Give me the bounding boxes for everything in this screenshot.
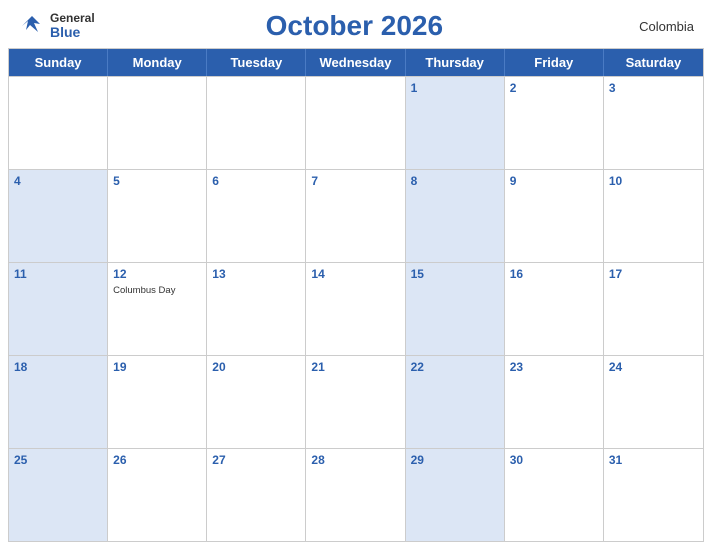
day-number: 7 (311, 173, 399, 190)
day-cell: 14 (306, 263, 405, 355)
weeks-container: 0000123456789101112Columbus Day131415161… (9, 76, 703, 541)
day-number: 28 (311, 452, 399, 469)
day-cell: 0 (9, 77, 108, 169)
day-cell: 2 (505, 77, 604, 169)
day-headers: Sunday Monday Tuesday Wednesday Thursday… (9, 49, 703, 76)
header-monday: Monday (108, 49, 207, 76)
week-1: 0000123 (9, 76, 703, 169)
day-number: 15 (411, 266, 499, 283)
day-cell: 7 (306, 170, 405, 262)
day-number: 25 (14, 452, 102, 469)
day-cell: 15 (406, 263, 505, 355)
day-number: 8 (411, 173, 499, 190)
day-number: 12 (113, 266, 201, 283)
day-cell: 29 (406, 449, 505, 541)
day-number: 19 (113, 359, 201, 376)
day-number: 14 (311, 266, 399, 283)
calendar-title: October 2026 (95, 10, 614, 42)
day-cell: 12 Columbus Day (108, 263, 207, 355)
day-cell: 0 (306, 77, 405, 169)
day-cell: 13 (207, 263, 306, 355)
header-thursday: Thursday (406, 49, 505, 76)
day-number: 0 (14, 80, 102, 97)
day-cell: 27 (207, 449, 306, 541)
day-cell: 9 (505, 170, 604, 262)
day-number: 10 (609, 173, 698, 190)
header-friday: Friday (505, 49, 604, 76)
header-wednesday: Wednesday (306, 49, 405, 76)
day-number: 5 (113, 173, 201, 190)
day-number: 27 (212, 452, 300, 469)
week-5: 25 26 27 28 29 30 31 (9, 448, 703, 541)
day-number: 0 (311, 80, 399, 97)
day-cell: 22 (406, 356, 505, 448)
calendar: Sunday Monday Tuesday Wednesday Thursday… (8, 48, 704, 542)
header-saturday: Saturday (604, 49, 703, 76)
day-cell: 1 (406, 77, 505, 169)
logo-text: General Blue (50, 12, 95, 41)
day-cell: 0 (108, 77, 207, 169)
day-number: 18 (14, 359, 102, 376)
day-cell: 11 (9, 263, 108, 355)
week-4: 18 19 20 21 22 23 24 (9, 355, 703, 448)
day-number: 4 (14, 173, 102, 190)
day-cell: 8 (406, 170, 505, 262)
day-number: 23 (510, 359, 598, 376)
page-header: General Blue October 2026 Colombia (0, 0, 712, 48)
day-number: 1 (411, 80, 499, 97)
country-label: Colombia (614, 19, 694, 34)
day-cell: 4 (9, 170, 108, 262)
week-2: 456789 10 (9, 169, 703, 262)
day-number: 29 (411, 452, 499, 469)
day-cell: 5 (108, 170, 207, 262)
day-cell: 3 (604, 77, 703, 169)
day-cell: 21 (306, 356, 405, 448)
header-tuesday: Tuesday (207, 49, 306, 76)
day-number: 3 (609, 80, 698, 97)
event-label: Columbus Day (113, 285, 201, 297)
day-number: 0 (113, 80, 201, 97)
logo: General Blue (18, 12, 95, 41)
logo-bird-icon (18, 12, 46, 40)
day-cell: 17 (604, 263, 703, 355)
day-number: 11 (14, 266, 102, 283)
day-cell: 24 (604, 356, 703, 448)
day-number: 22 (411, 359, 499, 376)
day-cell: 25 (9, 449, 108, 541)
day-number: 24 (609, 359, 698, 376)
day-number: 0 (212, 80, 300, 97)
day-number: 13 (212, 266, 300, 283)
day-cell: 18 (9, 356, 108, 448)
day-cell: 6 (207, 170, 306, 262)
day-cell: 23 (505, 356, 604, 448)
day-cell: 19 (108, 356, 207, 448)
day-cell: 0 (207, 77, 306, 169)
day-cell: 28 (306, 449, 405, 541)
day-number: 2 (510, 80, 598, 97)
day-cell: 26 (108, 449, 207, 541)
day-number: 6 (212, 173, 300, 190)
day-number: 9 (510, 173, 598, 190)
day-number: 17 (609, 266, 698, 283)
day-number: 30 (510, 452, 598, 469)
day-cell: 20 (207, 356, 306, 448)
day-cell: 31 (604, 449, 703, 541)
day-cell: 16 (505, 263, 604, 355)
day-number: 16 (510, 266, 598, 283)
day-cell: 10 (604, 170, 703, 262)
week-3: 11 12 Columbus Day 13 14 15 16 17 (9, 262, 703, 355)
day-number: 26 (113, 452, 201, 469)
day-number: 31 (609, 452, 698, 469)
day-number: 20 (212, 359, 300, 376)
day-number: 21 (311, 359, 399, 376)
header-sunday: Sunday (9, 49, 108, 76)
day-cell: 30 (505, 449, 604, 541)
logo-general: General (50, 12, 95, 25)
logo-blue: Blue (50, 25, 95, 40)
